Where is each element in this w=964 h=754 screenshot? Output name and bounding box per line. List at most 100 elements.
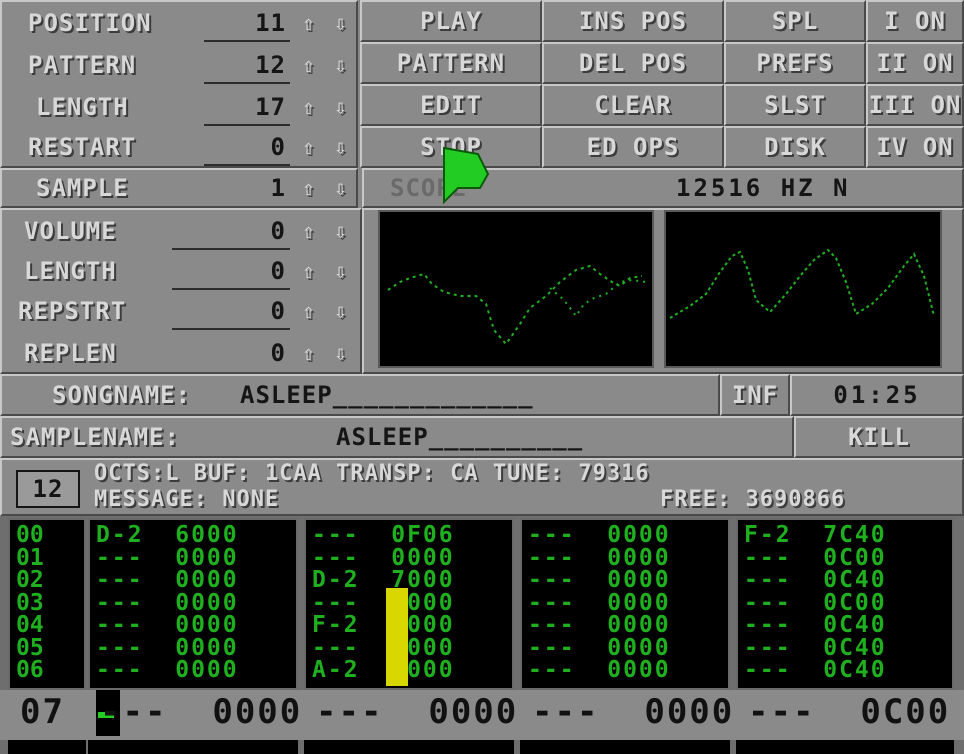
row-number: 06 [16, 657, 44, 683]
sample-length-value: 0 [270, 257, 286, 285]
clear-button[interactable]: CLEAR [542, 84, 724, 126]
spl-button[interactable]: SPL [724, 0, 866, 42]
position-label: POSITION [28, 9, 152, 37]
volume-value: 0 [270, 217, 286, 245]
slst-button[interactable]: SLST [724, 84, 866, 126]
row-number: 02 [16, 567, 44, 593]
restart-down-arrow-icon[interactable]: ⇩ [326, 128, 356, 166]
samplename-label: SAMPLENAME: [10, 423, 180, 451]
pattern-cell[interactable]: --- 0000 [312, 591, 455, 614]
prefs-button[interactable]: PREFS [724, 42, 866, 84]
play-button[interactable]: PLAY [360, 0, 542, 42]
repstrt-up-arrow-icon[interactable]: ⇧ [294, 292, 324, 330]
pattern-cell[interactable]: --- 0C40 [744, 659, 887, 682]
channel-1-toggle[interactable]: I ON [866, 0, 964, 42]
pattern-label: PATTERN [28, 51, 137, 79]
pattern-down-arrow-icon[interactable]: ⇩ [326, 46, 356, 84]
pattern-cell[interactable]: --- 0000 [528, 636, 671, 659]
current-line-track-4: --- 0C00 [748, 692, 951, 732]
pattern-cell[interactable]: --- 0000 [96, 636, 239, 659]
pattern-cell[interactable]: --- 0C00 [744, 591, 887, 614]
pattern-up-arrow-icon[interactable]: ⇧ [294, 46, 324, 84]
length-up-arrow-icon[interactable]: ⇧ [294, 88, 324, 126]
pattern-cell[interactable]: --- 0000 [96, 546, 239, 569]
pattern-cell[interactable]: --- 0000 [96, 569, 239, 592]
position-up-arrow-icon[interactable]: ⇧ [294, 4, 324, 42]
pattern-cell[interactable]: --- 0000 [528, 524, 671, 547]
repstrt-value: 0 [270, 297, 286, 325]
pattern-number-box: 12 [16, 470, 80, 508]
pattern-cell[interactable]: --- 0000 [96, 659, 239, 682]
pattern-cell[interactable]: --- 0C40 [744, 636, 887, 659]
repstrt-down-arrow-icon[interactable]: ⇩ [326, 292, 356, 330]
pattern-cell[interactable]: --- 0C00 [744, 546, 887, 569]
status-line-1: OCTS:L BUF: 1CAA TRANSP: CA TUNE: 79316 [94, 460, 650, 486]
edit-button[interactable]: EDIT [360, 84, 542, 126]
sample-length-down-arrow-icon[interactable]: ⇩ [326, 252, 356, 290]
pattern-cell[interactable]: A-2 7000 [312, 659, 455, 682]
underline [204, 82, 290, 84]
sample-down-arrow-icon[interactable]: ⇩ [326, 170, 356, 206]
current-row-number: 07 [20, 692, 65, 732]
pattern-cell[interactable]: --- 0000 [96, 591, 239, 614]
pattern-cell[interactable]: --- 0000 [312, 546, 455, 569]
pattern-cell[interactable]: F-2 7C40 [744, 524, 887, 547]
row-number-column: 00 01 02 03 04 05 06 [8, 518, 86, 690]
next-row-strip [88, 740, 298, 754]
row-number: 03 [16, 589, 44, 616]
length-label: LENGTH [36, 93, 129, 121]
restart-value: 0 [270, 133, 286, 161]
pattern-cell[interactable]: --- 0000 [528, 659, 671, 682]
volume-down-arrow-icon[interactable]: ⇩ [326, 212, 356, 250]
position-value: 11 [255, 9, 286, 37]
channel-3-toggle[interactable]: III ON [866, 84, 964, 126]
protracker-window: POSITION 11 ⇧ ⇩ PATTERN 12 ⇧ ⇩ LENGTH 17… [0, 0, 964, 754]
songname-label: SONGNAME: [52, 381, 192, 409]
volume-up-arrow-icon[interactable]: ⇧ [294, 212, 324, 250]
sample-length-up-arrow-icon[interactable]: ⇧ [294, 252, 324, 290]
disk-button[interactable]: DISK [724, 126, 866, 168]
position-down-arrow-icon[interactable]: ⇩ [326, 4, 356, 42]
pattern-cell[interactable]: --- 0C40 [744, 614, 887, 637]
next-row-strip [736, 740, 954, 754]
next-row-strip [8, 740, 86, 754]
restart-up-arrow-icon[interactable]: ⇧ [294, 128, 324, 166]
ed-ops-button[interactable]: ED OPS [542, 126, 724, 168]
channel-2-toggle[interactable]: II ON [866, 42, 964, 84]
pattern-cell[interactable]: --- 0C40 [744, 569, 887, 592]
underline [172, 248, 290, 250]
underline [172, 328, 290, 330]
repstrt-label: REPSTRT [18, 297, 127, 325]
track-4[interactable]: F-2 7C40 --- 0C00 --- 0C40 --- 0C00 --- 0C40… [736, 518, 954, 690]
track-1[interactable]: D-2 6000 --- 0000 --- 0000 --- 0000 --- 0000… [88, 518, 298, 690]
channel-4-toggle[interactable]: IV ON [866, 126, 964, 168]
next-row-strip [304, 740, 514, 754]
ins-pos-button[interactable]: INS POS [542, 0, 724, 42]
kill-button[interactable]: KILL [794, 416, 964, 458]
pattern-button[interactable]: PATTERN [360, 42, 542, 84]
pattern-cell[interactable]: F-2 7000 [312, 614, 455, 637]
track-3[interactable]: --- 0000 --- 0000 --- 0000 --- 0000 --- 0000… [520, 518, 730, 690]
sample-frequency: 12516 HZ N [676, 174, 851, 202]
current-line-track-1: --- 0000 [100, 692, 303, 732]
pattern-cell[interactable]: --- 0000 [528, 614, 671, 637]
pattern-cell[interactable]: --- 0000 [528, 591, 671, 614]
length-down-arrow-icon[interactable]: ⇩ [326, 88, 356, 126]
pattern-cell[interactable]: D-2 6000 [96, 524, 239, 547]
samplename-field[interactable]: ASLEEP__________ [336, 418, 583, 456]
pattern-cell[interactable]: --- 0000 [528, 546, 671, 569]
pattern-cell[interactable]: --- 0000 [528, 569, 671, 592]
waveform-right [669, 248, 935, 319]
songname-field[interactable]: ASLEEP_____________ [240, 376, 534, 414]
pattern-cell[interactable]: --- 0F06 [312, 524, 455, 547]
pattern-cell[interactable]: --- 0000 [312, 636, 455, 659]
del-pos-button[interactable]: DEL POS [542, 42, 724, 84]
pattern-cell[interactable]: --- 0000 [96, 614, 239, 637]
track-2[interactable]: --- 0F06 --- 0000 D-2 7000 --- 0000 F-2 7000… [304, 518, 514, 690]
replen-up-arrow-icon[interactable]: ⇧ [294, 334, 324, 372]
vu-meter-track-2 [386, 588, 408, 686]
pattern-cell[interactable]: D-2 7000 [312, 569, 455, 592]
inf-button[interactable]: INF [720, 374, 790, 416]
sample-up-arrow-icon[interactable]: ⇧ [294, 170, 324, 206]
replen-down-arrow-icon[interactable]: ⇩ [326, 334, 356, 372]
